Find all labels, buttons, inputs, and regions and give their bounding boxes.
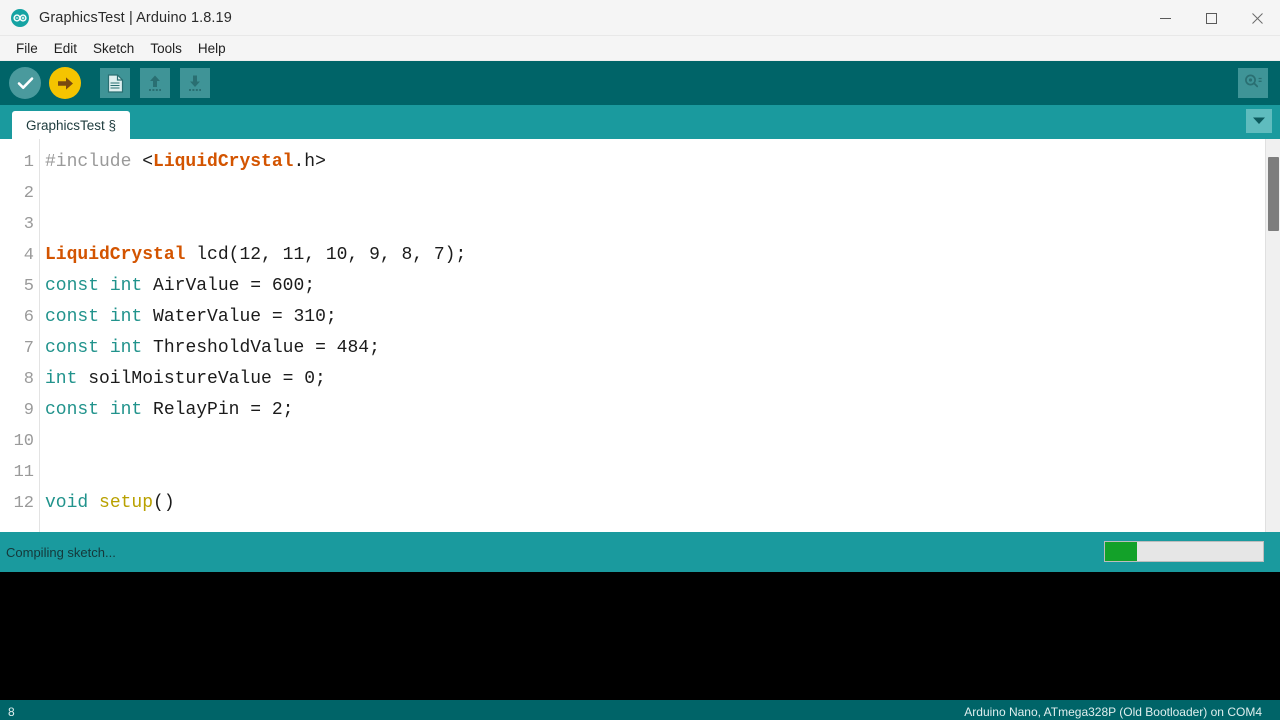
verify-button[interactable] [6,64,44,102]
code-token: const [45,400,100,420]
save-button[interactable] [176,64,214,102]
checkmark-icon [9,67,41,99]
line-number: 4 [23,246,34,265]
code-token: const [45,338,100,358]
code-line[interactable]: void setup() [45,488,1280,519]
code-token: LiquidCrystal [45,245,186,265]
line-number: 6 [23,308,34,327]
code-line[interactable]: #include <LiquidCrystal.h> [45,147,1280,178]
tab-graphicstest[interactable]: GraphicsTest § [12,111,131,139]
code-token: WaterValue = 310; [142,307,337,327]
code-token: int [109,276,143,296]
maximize-button[interactable] [1188,0,1234,36]
code-token: void [45,493,89,513]
code-token: const [45,307,100,327]
code-token: int [109,338,143,358]
tab-menu-button[interactable] [1246,109,1272,133]
line-number: 11 [13,463,34,482]
code-token: setup [99,493,154,513]
code-token: lcd(12, 11, 10, 9, 8, 7); [185,245,467,265]
progress-fill [1105,542,1137,561]
arduino-infinity-icon [11,8,29,27]
line-number: 2 [23,184,34,203]
code-token: LiquidCrystal [153,152,294,172]
code-line[interactable]: LiquidCrystal lcd(12, 11, 10, 9, 8, 7); [45,240,1280,271]
minimize-button[interactable] [1142,0,1188,36]
toolbar [0,61,1280,105]
code-line[interactable] [45,457,1280,488]
code-token: soilMoistureValue = 0; [77,369,326,389]
code-line[interactable]: const int AirValue = 600; [45,271,1280,302]
menu-item-help[interactable]: Help [190,39,234,58]
bottom-status-bar: 8 Arduino Nano, ATmega328P (Old Bootload… [0,700,1280,720]
menu-bar: File Edit Sketch Tools Help [0,36,1280,61]
right-arrow-icon [49,67,81,99]
menu-item-tools[interactable]: Tools [142,39,190,58]
code-line[interactable] [45,426,1280,457]
board-info-label: Arduino Nano, ATmega328P (Old Bootloader… [964,705,1262,719]
status-message: Compiling sketch... [6,544,116,560]
new-button[interactable] [96,64,134,102]
tab-label: GraphicsTest § [26,117,117,133]
code-token: < [142,152,154,172]
window-controls [1142,0,1280,36]
code-token: const [45,276,100,296]
window-title: GraphicsTest | Arduino 1.8.19 [39,9,232,26]
code-token: () [153,493,175,513]
line-number: 5 [23,277,34,296]
tab-bar: GraphicsTest § [0,105,1280,139]
line-number: 1 [23,153,34,172]
close-button[interactable] [1234,0,1280,36]
editor-vertical-scrollbar[interactable] [1265,139,1280,532]
code-line[interactable] [45,209,1280,240]
line-number: 12 [13,494,34,513]
line-number: 10 [13,432,34,451]
line-number: 3 [23,215,34,234]
code-token: int [109,307,143,327]
code-line[interactable] [45,178,1280,209]
code-token: RelayPin = 2; [142,400,294,420]
code-line[interactable]: const int WaterValue = 310; [45,302,1280,333]
code-token: AirValue = 600; [142,276,316,296]
code-line[interactable]: int soilMoistureValue = 0; [45,364,1280,395]
code-token: .h> [293,152,326,172]
arduino-ide-window: GraphicsTest | Arduino 1.8.19 File Edit … [0,0,1280,720]
menu-item-sketch[interactable]: Sketch [85,39,142,58]
cursor-line-number: 8 [8,705,15,719]
title-bar: GraphicsTest | Arduino 1.8.19 [0,0,1280,36]
code-line[interactable]: const int RelayPin = 2; [45,395,1280,426]
line-number: 9 [23,401,34,420]
console-output[interactable] [0,572,1280,700]
code-line[interactable]: const int ThresholdValue = 484; [45,333,1280,364]
status-strip: Compiling sketch... [0,532,1280,572]
code-editor[interactable]: 1 2 3 4 5 6 7 8 9 10 11 12 #include <LiquidCrystal.… [0,139,1280,532]
code-token: #include [45,152,143,172]
down-arrow-icon [180,68,210,98]
code-token: ThresholdValue = 484; [142,338,380,358]
chevron-down-icon [1252,112,1266,130]
menu-item-edit[interactable]: Edit [46,39,85,58]
upload-button[interactable] [46,64,84,102]
line-number-gutter: 1 2 3 4 5 6 7 8 9 10 11 12 [0,139,40,532]
up-arrow-icon [140,68,170,98]
line-number: 7 [23,339,34,358]
line-number: 8 [23,370,34,389]
menu-item-file[interactable]: File [8,39,46,58]
magnifier-icon [1243,72,1263,95]
compile-progress-bar [1104,541,1264,562]
serial-monitor-button[interactable] [1238,68,1268,98]
code-area[interactable]: #include <LiquidCrystal.h> LiquidCrystal… [40,139,1280,532]
scrollbar-thumb[interactable] [1268,157,1279,231]
code-token: int [45,369,78,389]
open-button[interactable] [136,64,174,102]
code-token: int [109,400,143,420]
new-document-icon [100,68,130,98]
